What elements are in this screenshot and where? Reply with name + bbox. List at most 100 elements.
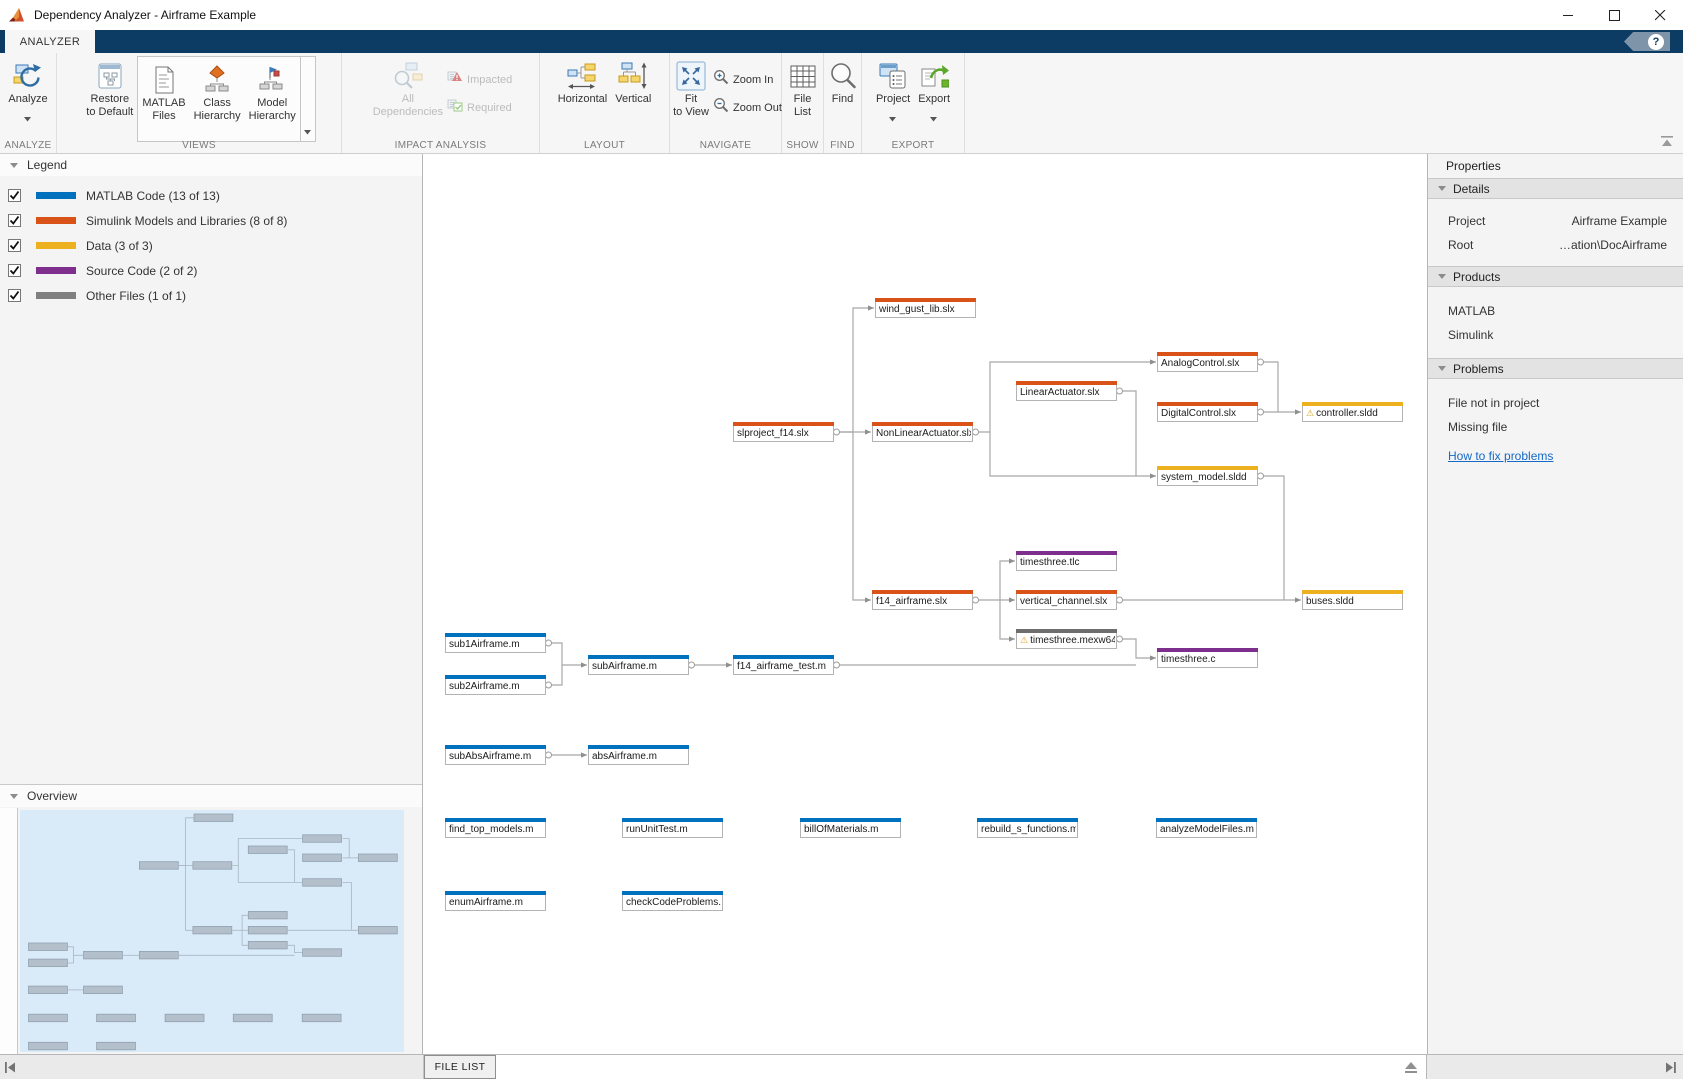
button-zoom-out[interactable]: Zoom Out	[713, 97, 782, 118]
node-category-bar	[733, 422, 834, 426]
node-enumairframe-m[interactable]: enumAirframe.m	[445, 891, 546, 911]
node-f14-airframe-test-m[interactable]: f14_airframe_test.m	[733, 655, 834, 675]
button-fit-to-view[interactable]: Fitto View	[669, 53, 713, 119]
section-item-missing-file: Missing file	[1428, 415, 1683, 439]
node-rebuild-s-functions-m[interactable]: rebuild_s_functions.m	[977, 818, 1078, 838]
zoom-in-icon	[713, 69, 729, 90]
how-to-fix-problems-link[interactable]: How to fix problems	[1448, 449, 1553, 463]
node-label: NonLinearActuator.slx	[876, 428, 971, 439]
bottom-scroll-strip[interactable]	[0, 1055, 424, 1079]
maximize-button[interactable]	[1591, 0, 1637, 30]
properties-section-details[interactable]: Details	[1428, 178, 1683, 199]
horizontal-icon	[567, 59, 597, 93]
node-timesthree-c[interactable]: timesthree.c	[1157, 648, 1258, 668]
node-category-bar	[588, 655, 689, 659]
views-more-dropdown[interactable]	[301, 56, 316, 142]
collapse-ribbon-button[interactable]	[1659, 135, 1675, 149]
node-find-top-models-m[interactable]: find_top_models.m	[445, 818, 546, 838]
node-subabsairframe-m[interactable]: subAbsAirframe.m	[445, 745, 546, 765]
overview-header[interactable]: Overview	[0, 785, 422, 807]
button-required: Required	[447, 97, 512, 118]
button-model-hierarchy[interactable]: ModelHierarchy	[245, 57, 300, 141]
legend-header[interactable]: Legend	[0, 154, 422, 176]
section-title: Products	[1453, 270, 1500, 284]
node-category-bar	[1016, 629, 1117, 633]
node-f14-airframe-slx[interactable]: f14_airframe.slx	[872, 590, 973, 610]
node-nonlinearactuator-slx[interactable]: NonLinearActuator.slx	[872, 422, 973, 442]
node-label: subAbsAirframe.m	[449, 751, 544, 762]
node-category-bar	[1156, 818, 1257, 822]
title-bar: Dependency Analyzer - Airframe Example	[0, 0, 1683, 30]
minimize-button[interactable]	[1545, 0, 1591, 30]
node-category-bar	[445, 818, 546, 822]
button-file-list[interactable]: FileList	[784, 53, 822, 119]
legend-label: Other Files (1 of 1)	[86, 289, 186, 303]
button-label: Fit	[685, 93, 697, 106]
node-label: system_model.sldd	[1161, 472, 1256, 483]
node-category-bar	[1016, 551, 1117, 555]
node-label: subAirframe.m	[592, 661, 687, 672]
eject-panel-icon[interactable]	[1404, 1061, 1418, 1074]
button-export[interactable]: Export	[914, 53, 954, 114]
skip-right-icon[interactable]	[1663, 1061, 1677, 1074]
node-label: sub2Airframe.m	[449, 681, 544, 692]
skip-left-icon[interactable]	[4, 1061, 18, 1074]
class-hierarchy-icon	[202, 63, 232, 97]
button-matlab-files[interactable]: MATLABFiles	[138, 57, 189, 141]
button-analyze[interactable]: Analyze	[4, 53, 51, 114]
close-button[interactable]	[1637, 0, 1683, 30]
required-icon	[447, 97, 463, 118]
node-category-bar	[1016, 381, 1117, 385]
warning-icon: ⚠	[1306, 408, 1314, 418]
node-linearactuator-slx[interactable]: LinearActuator.slx	[1016, 381, 1117, 401]
node-sub2airframe-m[interactable]: sub2Airframe.m	[445, 675, 546, 695]
node-vertical-channel-slx[interactable]: vertical_channel.slx	[1016, 590, 1117, 610]
legend-checkbox[interactable]	[8, 189, 21, 202]
button-restore-to-default[interactable]: Restoreto Default	[82, 53, 137, 119]
button-horizontal[interactable]: Horizontal	[554, 53, 612, 106]
node-analyzemodelfiles-m[interactable]: analyzeModelFiles.m	[1156, 818, 1257, 838]
node-wind-gust-lib-slx[interactable]: wind_gust_lib.slx	[875, 298, 976, 318]
node-category-bar	[1302, 590, 1403, 594]
tab-analyzer[interactable]: ANALYZER	[5, 30, 95, 53]
node-checkcodeproblems-m[interactable]: checkCodeProblems.m	[622, 891, 723, 911]
node-timesthree-tlc[interactable]: timesthree.tlc	[1016, 551, 1117, 571]
node-absairframe-m[interactable]: absAirframe.m	[588, 745, 689, 765]
button-class-hierarchy[interactable]: ClassHierarchy	[190, 57, 245, 141]
properties-section-problems[interactable]: Problems	[1428, 358, 1683, 379]
overview-minimap[interactable]	[0, 808, 423, 1054]
section-title: Details	[1453, 182, 1490, 196]
legend-color-bar	[36, 192, 76, 199]
help-button[interactable]: ?	[1624, 32, 1670, 51]
button-zoom-in[interactable]: Zoom In	[713, 69, 782, 90]
button-label: Impacted	[467, 74, 512, 86]
node-slproject-f14-slx[interactable]: slproject_f14.slx	[733, 422, 834, 442]
node-buses-sldd[interactable]: buses.sldd	[1302, 590, 1403, 610]
tab-file-list[interactable]: FILE LIST	[424, 1055, 496, 1079]
node-billofmaterials-m[interactable]: billOfMaterials.m	[800, 818, 901, 838]
legend-color-bar	[36, 242, 76, 249]
button-vertical[interactable]: Vertical	[611, 53, 655, 106]
node-category-bar	[1302, 402, 1403, 406]
properties-title: Properties	[1428, 154, 1683, 178]
toolbar-group-title: FIND	[824, 140, 861, 151]
node-digitalcontrol-slx[interactable]: DigitalControl.slx	[1157, 402, 1258, 422]
node-sub1airframe-m[interactable]: sub1Airframe.m	[445, 633, 546, 653]
toolbar-group-layout: HorizontalVerticalLAYOUT	[540, 53, 670, 153]
node-controller-sldd[interactable]: ⚠controller.sldd	[1302, 402, 1403, 422]
node-category-bar	[1157, 352, 1258, 356]
legend-checkbox[interactable]	[8, 214, 21, 227]
node-system-model-sldd[interactable]: system_model.sldd	[1157, 466, 1258, 486]
node-analogcontrol-slx[interactable]: AnalogControl.slx	[1157, 352, 1258, 372]
button-find[interactable]: Find	[824, 53, 862, 106]
caret-down-icon	[930, 109, 938, 114]
node-timesthree-mexw64[interactable]: ⚠timesthree.mexw64	[1016, 629, 1117, 649]
dependency-graph-canvas[interactable]: wind_gust_lib.slx slproject_f14.slx NonLin…	[423, 154, 1427, 1054]
legend-checkbox[interactable]	[8, 264, 21, 277]
node-rununittest-m[interactable]: runUnitTest.m	[622, 818, 723, 838]
legend-checkbox[interactable]	[8, 239, 21, 252]
properties-section-products[interactable]: Products	[1428, 266, 1683, 287]
node-subairframe-m[interactable]: subAirframe.m	[588, 655, 689, 675]
legend-checkbox[interactable]	[8, 289, 21, 302]
button-project[interactable]: Project	[872, 53, 914, 114]
